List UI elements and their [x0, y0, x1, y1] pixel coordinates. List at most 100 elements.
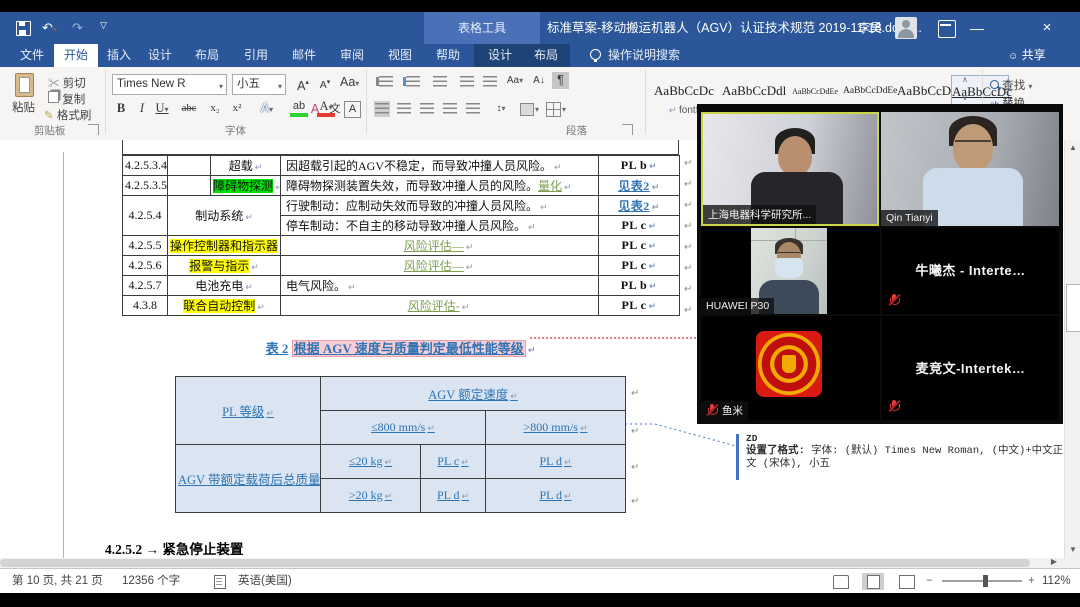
tab-mailings[interactable]: 邮件	[285, 44, 323, 67]
zoom-slider-track[interactable]	[942, 580, 1022, 582]
align-right-button[interactable]	[420, 103, 434, 114]
minimize-button[interactable]: —	[962, 12, 992, 44]
tab-review[interactable]: 审阅	[333, 44, 371, 67]
find-icon	[990, 80, 999, 89]
paste-button[interactable]: 粘贴	[10, 73, 40, 119]
text-effects-button[interactable]: A▾	[258, 100, 276, 118]
tab-layout[interactable]: 布局	[188, 44, 226, 67]
revision-comment[interactable]: ZD 设置了格式: 字体: (默认) Times New Roman, (中文)…	[746, 432, 1064, 471]
redo-icon[interactable]: ↷	[72, 20, 83, 36]
highlight-color-button[interactable]: ab	[290, 100, 308, 117]
font-color-button[interactable]: A▾	[317, 100, 335, 117]
proofing-status-icon[interactable]	[214, 575, 226, 589]
copy-button[interactable]: 复制	[48, 91, 85, 107]
participant-video-small[interactable]: HUAWEI P30	[701, 228, 880, 314]
font-name-combobox[interactable]: Times New R▾	[112, 74, 227, 95]
asian-layout-button[interactable]: Aa▾	[506, 72, 524, 90]
participant-tile-name-only[interactable]: 牛曦杰 - Interte…	[882, 228, 1059, 314]
numbering-button[interactable]	[401, 76, 420, 87]
find-button[interactable]: 查找 ▾	[990, 77, 1032, 93]
grow-font-button[interactable]: A▴	[294, 74, 312, 92]
video-conference-overlay[interactable]: 上海电器科学研究所... Qin Tianyi HUAWEI P30 牛曦杰 -…	[697, 104, 1063, 424]
borders-button[interactable]	[546, 102, 561, 117]
tab-insert[interactable]: 插入	[100, 44, 138, 67]
zoom-out-button[interactable]: −	[926, 569, 933, 593]
bold-button[interactable]: B	[112, 100, 130, 118]
cut-button[interactable]: ✂ 剪切	[48, 75, 86, 91]
zoom-slider-thumb[interactable]	[983, 575, 988, 587]
underline-button[interactable]: U▾	[153, 100, 171, 118]
clipboard-dialog-launcher[interactable]	[88, 124, 99, 135]
styles-scroll-up-icon[interactable]: ∧	[962, 75, 968, 84]
styles-scroll-down-icon[interactable]: ∨	[962, 93, 968, 102]
link-see-table2[interactable]: 见表2	[618, 179, 650, 193]
multilevel-list-button[interactable]	[428, 76, 447, 87]
avatar[interactable]	[895, 17, 917, 39]
subscript-button[interactable]: x₂	[206, 100, 224, 118]
align-left-button[interactable]	[374, 101, 390, 117]
shrink-font-button[interactable]: A▾	[316, 74, 334, 92]
restore-button[interactable]	[996, 12, 1026, 44]
share-button[interactable]: ☺ 共享	[1008, 44, 1046, 67]
read-mode-icon[interactable]	[830, 573, 852, 590]
tab-table-design[interactable]: 设计	[480, 44, 520, 67]
undo-icon[interactable]: ↶▾	[42, 20, 57, 36]
link-see-table2[interactable]: 见表2	[618, 199, 650, 213]
participant-video-active-speaker[interactable]: 上海电器科学研究所...	[701, 112, 879, 226]
superscript-button[interactable]: x²	[228, 100, 246, 118]
word-count[interactable]: 12356 个字	[122, 569, 180, 593]
tab-design[interactable]: 设计	[141, 44, 179, 67]
bullets-button[interactable]	[374, 76, 393, 87]
risk-assessment-table[interactable]: 4.2.5.3.4 超载↵ 因超载引起的AGV不稳定，而导致冲撞人员风险。↵ P…	[122, 155, 680, 316]
scroll-down-icon[interactable]: ▼	[1065, 542, 1080, 558]
align-center-button[interactable]	[397, 103, 411, 114]
horizontal-scroll-thumb[interactable]	[0, 559, 1030, 567]
print-layout-icon[interactable]	[862, 573, 884, 590]
vertical-scroll-thumb[interactable]	[1066, 284, 1080, 332]
italic-button[interactable]: I	[133, 100, 151, 118]
increase-indent-button[interactable]	[483, 76, 497, 87]
horizontal-scrollbar[interactable]: ▶	[0, 558, 1064, 568]
shading-button[interactable]	[520, 103, 534, 116]
decrease-indent-button[interactable]	[460, 76, 474, 87]
tab-table-layout[interactable]: 布局	[526, 44, 566, 67]
tab-view[interactable]: 视图	[381, 44, 419, 67]
show-marks-button[interactable]: ¶	[552, 72, 569, 89]
zoom-level[interactable]: 112%	[1042, 569, 1071, 593]
paragraph-dialog-launcher[interactable]	[622, 124, 633, 135]
change-case-button[interactable]: Aa▾	[340, 74, 358, 92]
format-painter-button[interactable]: ✎ 格式刷	[44, 107, 91, 123]
strikethrough-button[interactable]: abc	[180, 100, 198, 118]
link-quantify[interactable]: 量化	[538, 179, 562, 193]
distribute-button[interactable]	[466, 103, 480, 114]
tab-references[interactable]: 引用	[237, 44, 275, 67]
close-button[interactable]: ×	[1032, 12, 1062, 44]
link-risk-assessment[interactable]: 风险评估—	[404, 239, 464, 253]
performance-level-table[interactable]: PL 等级↵ AGV 额定速度↵ ≤800 mm/s↵ >800 mm/s↵ A…	[175, 376, 626, 513]
participant-tile-logo[interactable]: 鱼米	[701, 316, 880, 420]
font-size-combobox[interactable]: 小五▾	[232, 74, 286, 95]
participant-tile-name-only[interactable]: 麦竞文-Intertek…	[882, 316, 1059, 420]
scroll-up-icon[interactable]: ▲	[1065, 140, 1080, 156]
page-indicator[interactable]: 第 10 页, 共 21 页	[12, 569, 103, 593]
line-spacing-button[interactable]: ↕▾	[492, 100, 510, 118]
link-risk-assessment[interactable]: 风险评估-	[408, 299, 460, 313]
ribbon-display-options-icon[interactable]	[938, 20, 956, 38]
tab-home[interactable]: 开始	[54, 44, 98, 67]
language-indicator[interactable]: 英语(美国)	[238, 569, 292, 593]
tab-help[interactable]: 帮助	[429, 44, 467, 67]
user-name[interactable]: 李昊	[858, 12, 882, 44]
scroll-right-icon[interactable]: ▶	[1046, 555, 1062, 569]
link-risk-assessment[interactable]: 风险评估—	[404, 259, 464, 273]
participant-video[interactable]: Qin Tianyi	[881, 112, 1059, 226]
tell-me-search[interactable]: 操作说明搜索	[608, 44, 718, 67]
web-layout-icon[interactable]	[896, 573, 918, 590]
save-icon[interactable]	[16, 21, 31, 36]
zoom-in-button[interactable]: +	[1028, 569, 1035, 593]
sort-button[interactable]: A↓	[530, 72, 548, 90]
justify-button[interactable]	[443, 103, 457, 114]
vertical-scrollbar[interactable]: ▲ ▼	[1064, 140, 1080, 558]
tab-file[interactable]: 文件	[12, 44, 52, 67]
qat-customize-icon[interactable]: ▽	[100, 20, 107, 31]
character-border-button[interactable]: A	[344, 101, 361, 118]
